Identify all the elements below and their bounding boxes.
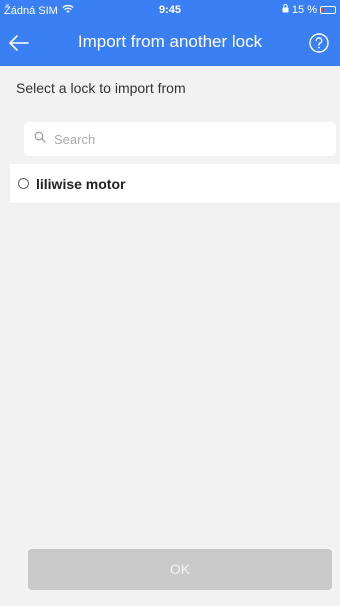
- search-bar[interactable]: [24, 122, 336, 156]
- question-circle-icon: [309, 33, 329, 53]
- lock-name: liliwise motor: [36, 175, 126, 192]
- battery-percent: 15 %: [291, 4, 317, 16]
- radio-button[interactable]: [18, 178, 29, 189]
- search-icon: [34, 130, 46, 148]
- help-button[interactable]: [306, 30, 332, 56]
- status-bar: Žádná SIM 9:45 15 %: [0, 0, 340, 20]
- app-header: Žádná SIM 9:45 15 % Import from another …: [0, 0, 340, 66]
- ok-button[interactable]: OK: [28, 549, 332, 590]
- battery-icon: [320, 6, 336, 14]
- lock-list-item[interactable]: liliwise motor: [10, 164, 340, 204]
- page-title: Import from another lock: [77, 32, 263, 51]
- instruction-text: Select a lock to import from: [16, 80, 186, 96]
- lock-rotation-icon: [282, 4, 289, 16]
- status-right: 15 %: [282, 4, 336, 16]
- lock-list: liliwise motor: [10, 164, 340, 204]
- search-input[interactable]: [54, 131, 314, 147]
- battery-level: [322, 8, 324, 12]
- nav-bar: Import from another lock: [0, 24, 340, 62]
